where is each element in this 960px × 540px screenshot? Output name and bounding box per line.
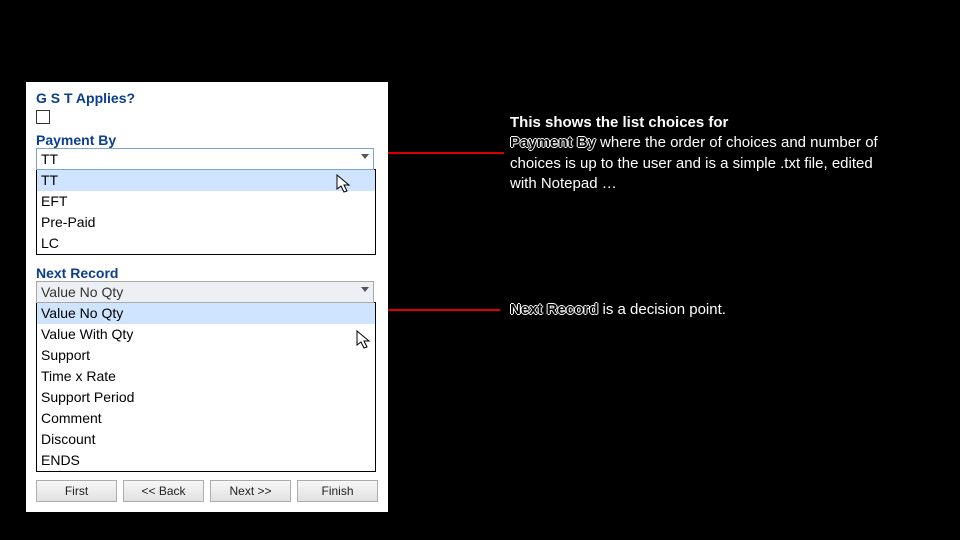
payment-by-option[interactable]: LC bbox=[37, 233, 375, 254]
annotation-text: is a decision point. bbox=[598, 301, 726, 318]
nav-button-row: First << Back Next >> Finish bbox=[36, 480, 378, 502]
chevron-down-icon bbox=[361, 287, 369, 292]
gst-label: G S T Applies? bbox=[36, 90, 378, 106]
payment-by-combo[interactable]: TT bbox=[36, 148, 374, 170]
next-record-option[interactable]: Time x Rate bbox=[37, 366, 375, 387]
next-record-option[interactable]: Support bbox=[37, 345, 375, 366]
next-record-option[interactable]: ENDS bbox=[37, 450, 375, 471]
form-panel: G S T Applies? Payment By TT TT EFT Pre-… bbox=[26, 82, 388, 512]
gst-checkbox[interactable] bbox=[36, 110, 50, 124]
payment-by-option[interactable]: TT bbox=[37, 170, 375, 191]
annotation-payment-by: This shows the list choices for Payment … bbox=[510, 113, 890, 194]
annotation-text: This shows the list choices for bbox=[510, 114, 728, 131]
payment-by-dropdown: TT EFT Pre-Paid LC bbox=[36, 169, 376, 255]
next-button[interactable]: Next >> bbox=[210, 480, 291, 502]
annotation-next-record: Next Record is a decision point. bbox=[510, 300, 890, 320]
next-record-label: Next Record bbox=[36, 265, 378, 281]
next-record-option[interactable]: Support Period bbox=[37, 387, 375, 408]
next-record-option[interactable]: Comment bbox=[37, 408, 375, 429]
payment-by-label: Payment By bbox=[36, 132, 378, 148]
next-record-combo[interactable]: Value No Qty bbox=[36, 281, 374, 303]
payment-by-option[interactable]: Pre-Paid bbox=[37, 212, 375, 233]
next-record-option[interactable]: Value No Qty bbox=[37, 303, 375, 324]
annotation-bold: Next Record bbox=[510, 301, 598, 318]
finish-button[interactable]: Finish bbox=[297, 480, 378, 502]
annotation-bold: Payment By bbox=[510, 134, 596, 151]
next-record-option[interactable]: Value With Qty bbox=[37, 324, 375, 345]
next-record-dropdown: Value No Qty Value With Qty Support Time… bbox=[36, 302, 376, 472]
next-record-value: Value No Qty bbox=[37, 282, 373, 302]
chevron-down-icon bbox=[361, 154, 369, 159]
next-record-option[interactable]: Discount bbox=[37, 429, 375, 450]
payment-by-value: TT bbox=[37, 149, 373, 169]
payment-by-option[interactable]: EFT bbox=[37, 191, 375, 212]
back-button[interactable]: << Back bbox=[123, 480, 204, 502]
first-button[interactable]: First bbox=[36, 480, 117, 502]
